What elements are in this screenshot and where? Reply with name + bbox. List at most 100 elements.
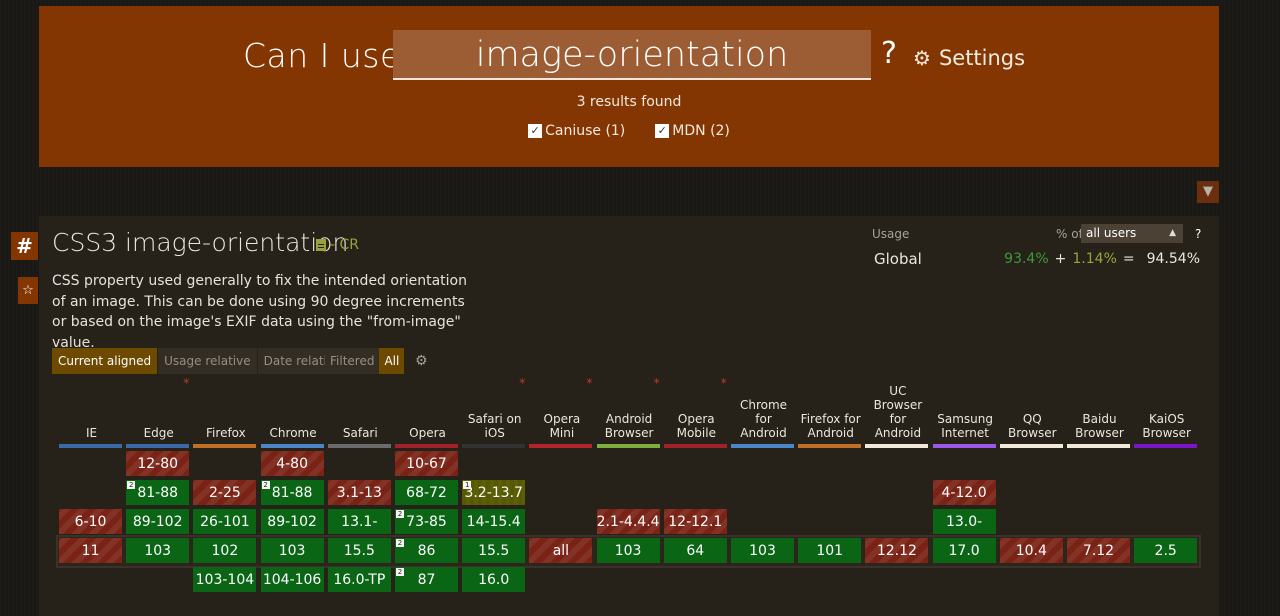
support-cell[interactable]: 3.2-13.7 1 bbox=[462, 480, 526, 505]
browser-header[interactable]: Android Browser * bbox=[597, 376, 662, 440]
support-cell[interactable]: 10-67 bbox=[395, 451, 458, 476]
star-icon[interactable]: ☆ bbox=[18, 277, 38, 304]
equals-sign: = bbox=[1122, 251, 1135, 267]
note-badge[interactable]: 1 bbox=[463, 481, 472, 489]
support-cell[interactable]: 103-104 bbox=[193, 567, 257, 592]
version-label: 81-88 bbox=[137, 485, 179, 501]
support-cell[interactable]: 17.0 bbox=[932, 538, 996, 563]
checkbox-checked-icon[interactable]: ✓ bbox=[528, 124, 543, 138]
browser-header[interactable]: Safari on iOS * bbox=[462, 376, 527, 440]
note-badge[interactable]: 2 bbox=[396, 510, 404, 518]
results-count: 3 results found bbox=[576, 94, 682, 110]
support-cell[interactable]: 16.0 bbox=[462, 567, 526, 592]
browser-color-bar bbox=[59, 444, 122, 448]
support-cell[interactable]: 6-10 bbox=[59, 509, 122, 534]
support-cell[interactable]: 15.5 bbox=[462, 538, 526, 563]
browser-header[interactable]: Opera bbox=[395, 380, 460, 440]
note-badge[interactable]: 2 bbox=[127, 481, 136, 489]
support-cell[interactable]: 14-15.4 bbox=[462, 509, 526, 534]
support-cell[interactable]: 103 bbox=[731, 538, 794, 563]
support-cell[interactable]: 89-102 bbox=[126, 509, 190, 534]
support-cell[interactable]: 12-12.1 bbox=[663, 509, 727, 534]
caniuse-checkbox[interactable]: ✓ Caniuse (1) bbox=[528, 123, 625, 139]
support-cell[interactable]: 73-85 2 bbox=[395, 509, 458, 534]
support-cell[interactable]: 4-80 bbox=[260, 451, 324, 476]
browser-name: KaiOS Browser bbox=[1142, 412, 1191, 440]
search-input[interactable]: image-orientation bbox=[393, 30, 871, 80]
anchor-link-button[interactable]: # bbox=[11, 232, 38, 260]
mdn-checkbox[interactable]: ✓ MDN (2) bbox=[655, 123, 730, 139]
version-label: 12-12.1 bbox=[668, 514, 723, 530]
usage-help-button[interactable]: ? bbox=[1195, 227, 1201, 241]
region-label: Global bbox=[874, 250, 922, 268]
support-cell[interactable]: 11 bbox=[59, 538, 122, 563]
usage-label: Usage bbox=[872, 227, 910, 241]
browser-header[interactable]: Samsung Internet bbox=[933, 380, 998, 440]
filter-button[interactable]: ▼ bbox=[1197, 181, 1219, 203]
browser-header[interactable]: Firefox bbox=[193, 380, 258, 440]
note-badge[interactable]: 2 bbox=[396, 539, 404, 547]
support-cell[interactable]: 15.5 bbox=[327, 538, 391, 563]
support-cell[interactable]: 2-25 bbox=[193, 480, 257, 505]
support-cell[interactable]: 86 2 bbox=[395, 538, 458, 563]
note-badge[interactable]: 2 bbox=[261, 481, 270, 489]
support-cell[interactable]: 26-101 bbox=[193, 509, 257, 534]
support-cell[interactable]: 103 bbox=[126, 538, 190, 563]
support-cell[interactable]: 104-106 bbox=[260, 567, 324, 592]
version-label: 3.1-13 bbox=[336, 485, 382, 501]
support-cell[interactable]: 68-72 bbox=[395, 480, 458, 505]
source-filters: ✓ Caniuse (1) ✓ MDN (2) bbox=[39, 123, 1219, 139]
support-cell[interactable]: 103 bbox=[596, 538, 660, 563]
version-label: 86 bbox=[417, 543, 436, 559]
spec-status[interactable]: - CR bbox=[316, 237, 359, 253]
support-cell[interactable]: 101 bbox=[798, 538, 862, 563]
support-cell[interactable]: 2.1-4.4.4 bbox=[596, 509, 660, 534]
browser-header[interactable]: Opera Mini * bbox=[529, 376, 594, 440]
support-cell[interactable]: 2.5 bbox=[1134, 538, 1198, 563]
browser-header[interactable]: Safari bbox=[328, 380, 393, 440]
version-label: 103 bbox=[278, 543, 306, 559]
support-cell[interactable]: 13.1-15.4 bbox=[327, 509, 391, 556]
browser-header[interactable]: UC Browser for Android bbox=[865, 380, 930, 440]
support-cell[interactable]: 16.0-TP bbox=[327, 567, 391, 592]
settings-label: Settings bbox=[938, 46, 1026, 70]
support-cell[interactable]: 13.0-16.0 bbox=[932, 509, 996, 556]
browser-name: Safari bbox=[342, 426, 378, 440]
browser-header[interactable]: Baidu Browser bbox=[1067, 380, 1132, 440]
support-cell[interactable]: all bbox=[529, 538, 593, 563]
browser-header[interactable]: QQ Browser bbox=[1000, 380, 1065, 440]
version-label: 89-102 bbox=[267, 514, 317, 530]
version-label: 16.0-TP bbox=[333, 572, 386, 588]
support-cell[interactable]: 81-88 2 bbox=[126, 480, 190, 505]
support-cell[interactable]: 103 bbox=[260, 538, 324, 563]
version-label: 3.2-13.7 bbox=[464, 485, 523, 501]
support-cell[interactable]: 4-12.0 bbox=[932, 480, 996, 505]
browser-header[interactable]: IE bbox=[59, 380, 124, 440]
support-cell[interactable]: 10.4 bbox=[999, 538, 1063, 563]
tab-all[interactable]: All bbox=[379, 348, 405, 374]
tab-usage-relative[interactable]: Usage relative bbox=[158, 348, 257, 374]
support-cell[interactable]: 64 bbox=[663, 538, 727, 563]
support-cell[interactable]: 3.1-13 bbox=[327, 480, 391, 505]
checkbox-checked-icon[interactable]: ✓ bbox=[655, 124, 670, 138]
browser-header[interactable]: Edge * bbox=[126, 376, 191, 440]
support-cell[interactable]: 81-88 2 bbox=[260, 480, 324, 505]
support-cell[interactable]: 89-102 bbox=[260, 509, 324, 534]
settings-button[interactable]: ⚙ Settings bbox=[913, 46, 1025, 70]
support-cell[interactable]: 7.12 bbox=[1067, 538, 1130, 563]
table-settings-gear-icon[interactable]: ⚙ bbox=[415, 353, 428, 369]
browser-header[interactable]: Chrome bbox=[261, 380, 326, 440]
browser-header[interactable]: KaiOS Browser bbox=[1134, 380, 1199, 440]
tab-filtered[interactable]: Filtered bbox=[325, 348, 380, 374]
tab-current-aligned[interactable]: Current aligned bbox=[52, 348, 158, 374]
support-cell[interactable]: 12.12 bbox=[865, 538, 929, 563]
support-cell[interactable]: 12-80 bbox=[126, 451, 190, 476]
support-cell[interactable]: 102 bbox=[193, 538, 257, 563]
browser-name: Opera Mini bbox=[543, 412, 581, 440]
users-select[interactable]: all users ▲ bbox=[1081, 224, 1183, 243]
browser-header[interactable]: Opera Mobile * bbox=[664, 376, 729, 440]
browser-header[interactable]: Firefox for Android bbox=[798, 380, 863, 440]
note-badge[interactable]: 2 bbox=[396, 568, 404, 576]
browser-header[interactable]: Chrome for Android bbox=[731, 380, 796, 440]
support-cell[interactable]: 87 2 bbox=[395, 567, 458, 592]
